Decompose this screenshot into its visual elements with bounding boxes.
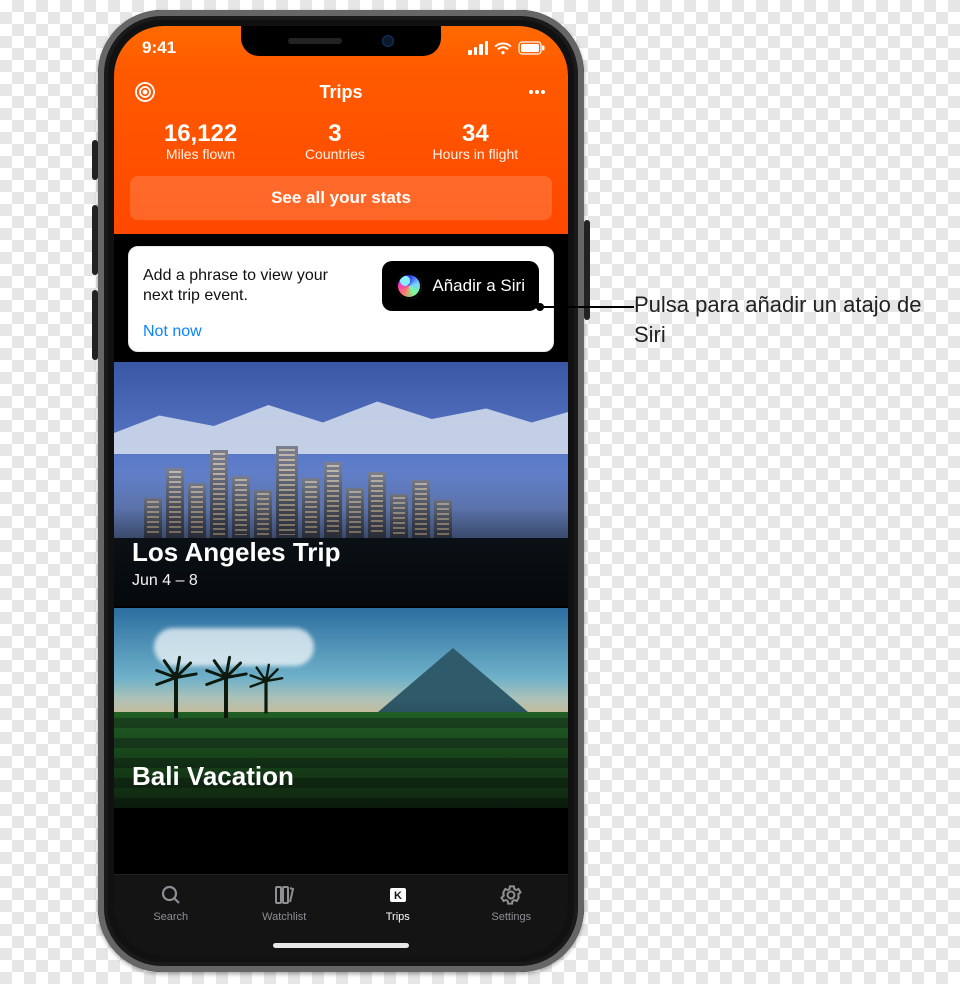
stat-value: 34 xyxy=(433,120,519,148)
page-title: Trips xyxy=(319,82,362,103)
siri-card: Add a phrase to view your next trip even… xyxy=(128,246,554,352)
button-label: Añadir a Siri xyxy=(432,276,525,296)
more-icon[interactable] xyxy=(522,77,552,107)
trip-title: Bali Vacation xyxy=(132,761,550,792)
tab-label: Search xyxy=(153,911,188,923)
stat-value: 3 xyxy=(305,120,365,148)
trips-icon: K xyxy=(386,881,410,909)
trips-list: Los Angeles Trip Jun 4 – 8 Bali Vaca xyxy=(114,362,568,874)
siri-icon xyxy=(396,273,422,299)
gear-icon xyxy=(499,881,523,909)
battery-icon xyxy=(518,41,546,55)
tab-label: Watchlist xyxy=(262,911,306,923)
svg-text:K: K xyxy=(394,890,402,902)
tab-label: Settings xyxy=(491,911,531,923)
trip-card-los-angeles[interactable]: Los Angeles Trip Jun 4 – 8 xyxy=(114,362,568,606)
search-icon xyxy=(159,881,183,909)
stat-miles: 16,122 Miles flown xyxy=(164,120,237,162)
trip-title: Los Angeles Trip xyxy=(132,537,550,568)
add-to-siri-button[interactable]: Añadir a Siri xyxy=(382,261,539,311)
watchlist-icon xyxy=(272,881,296,909)
cellular-icon xyxy=(468,41,488,55)
header: Trips 16,122 Miles flown 3 Countries 34 … xyxy=(114,70,568,234)
trip-subtitle: Jun 4 – 8 xyxy=(132,572,550,590)
notch xyxy=(241,26,441,56)
stat-countries: 3 Countries xyxy=(305,120,365,162)
stat-label: Countries xyxy=(305,146,365,162)
side-button xyxy=(584,220,590,320)
nav-bar: Trips xyxy=(130,70,552,114)
callout-leader xyxy=(540,306,634,308)
not-now-link[interactable]: Not now xyxy=(143,323,539,341)
see-all-stats-button[interactable]: See all your stats xyxy=(130,176,552,220)
wifi-icon xyxy=(494,41,512,55)
stat-hours: 34 Hours in flight xyxy=(433,120,519,162)
callout-text: Pulsa para añadir un atajo de Siri xyxy=(634,290,934,349)
stat-label: Hours in flight xyxy=(433,146,519,162)
front-camera xyxy=(382,35,394,47)
stats-row: 16,122 Miles flown 3 Countries 34 Hours … xyxy=(130,120,552,162)
stat-value: 16,122 xyxy=(164,120,237,148)
tab-search[interactable]: Search xyxy=(114,881,228,956)
tab-label: Trips xyxy=(386,911,410,923)
tab-settings[interactable]: Settings xyxy=(455,881,569,956)
stat-label: Miles flown xyxy=(164,146,237,162)
side-button xyxy=(92,290,98,360)
speaker xyxy=(288,38,342,44)
siri-prompt: Add a phrase to view your next trip even… xyxy=(143,266,333,306)
button-label: See all your stats xyxy=(271,188,411,208)
status-time: 9:41 xyxy=(142,38,176,58)
side-button xyxy=(92,205,98,275)
price-alerts-icon[interactable] xyxy=(130,77,160,107)
trip-card-bali[interactable]: Bali Vacation xyxy=(114,608,568,808)
side-button xyxy=(92,140,98,180)
screen: 9:41 Trips xyxy=(114,26,568,956)
phone-frame: 9:41 Trips xyxy=(98,10,584,972)
home-indicator[interactable] xyxy=(273,943,409,948)
tab-bar: Search Watchlist K Trips Settings xyxy=(114,874,568,956)
